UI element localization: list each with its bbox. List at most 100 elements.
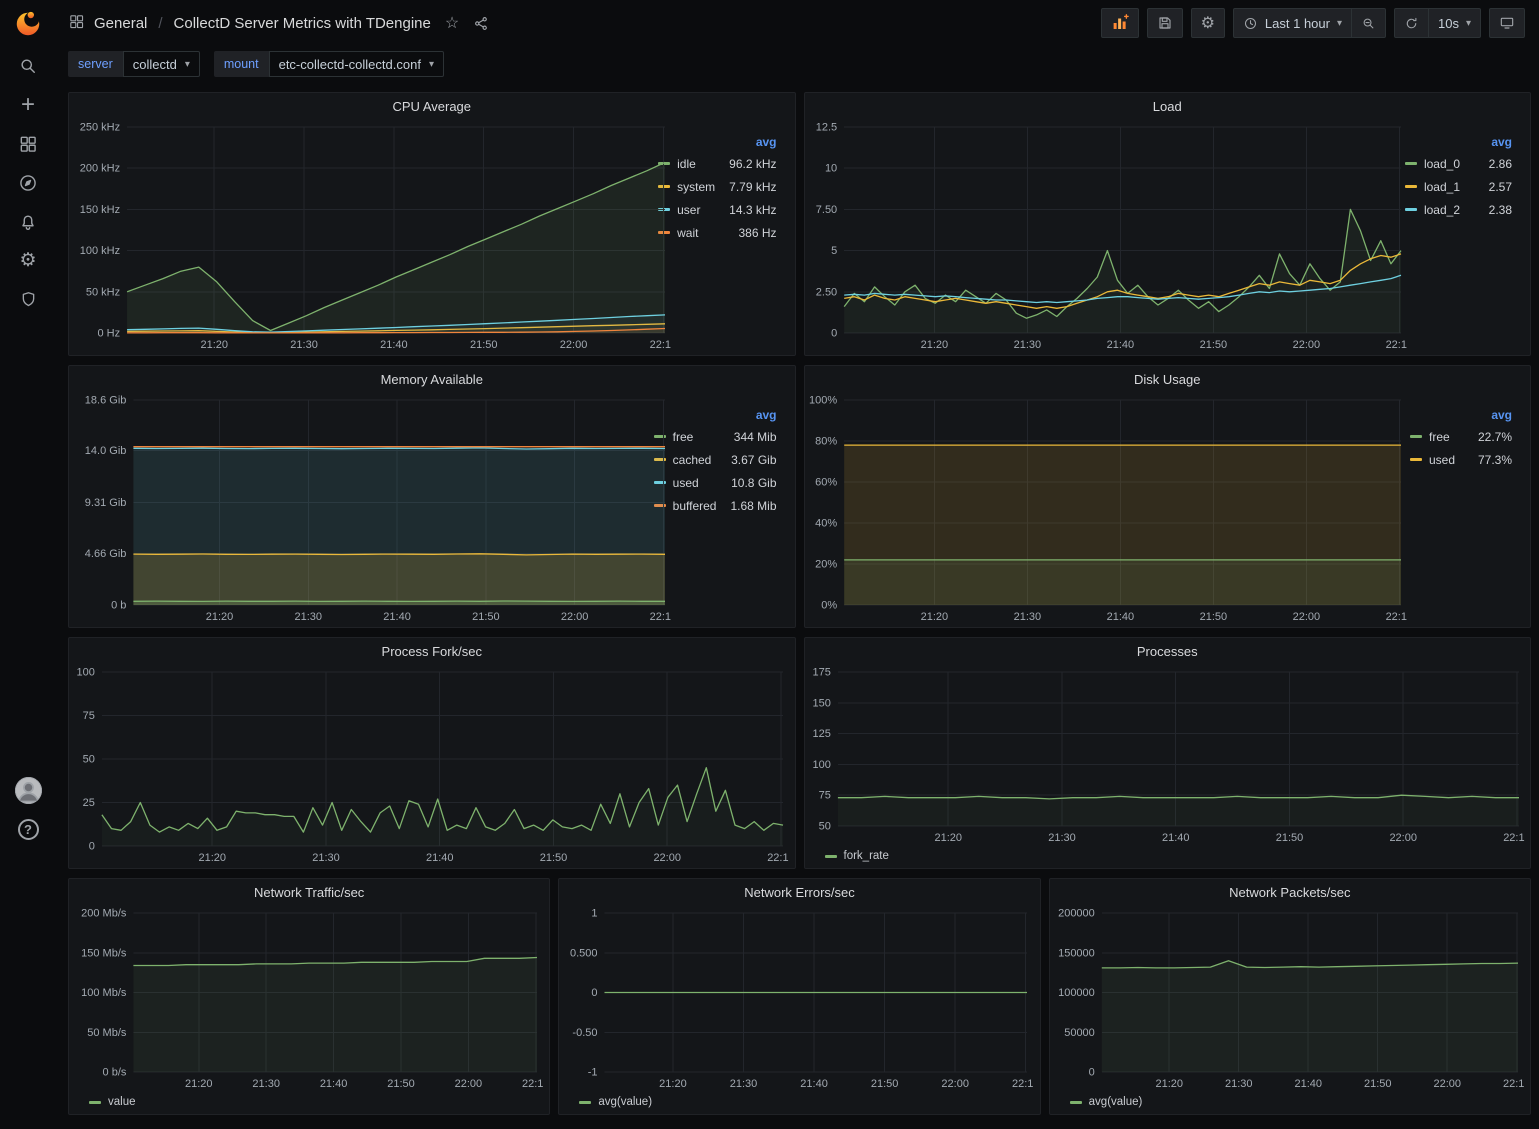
refresh-interval-button[interactable]: 10s ▾ [1429,8,1481,38]
refresh-button[interactable] [1394,8,1429,38]
svg-text:50 Mb/s: 50 Mb/s [87,1027,127,1039]
panel-title-load[interactable]: Load [805,93,1531,120]
legend-item[interactable]: load_22.38 [1405,198,1512,221]
cycle-view-mode-button[interactable] [1489,8,1525,38]
legend-item[interactable]: wait386 Hz [658,221,776,244]
shield-icon [19,290,38,309]
svg-text:14.0 Gib: 14.0 Gib [85,445,127,457]
avatar [15,777,42,804]
panel-title-network-errors[interactable]: Network Errors/sec [559,879,1039,906]
network-packets-chart[interactable]: 05000010000015000020000021:2021:3021:402… [1054,906,1524,1092]
compass-icon [18,173,38,193]
legend-item[interactable]: user14.3 kHz [658,198,776,221]
share-button[interactable] [473,15,490,32]
processes-chart[interactable]: 507510012515017521:2021:3021:4021:5022:0… [809,665,1525,846]
legend-item[interactable]: avg(value) [579,1096,652,1108]
svg-text:100000: 100000 [1058,987,1095,999]
legend-item[interactable]: buffered1.68 Mib [654,494,777,517]
memory-available-chart[interactable]: 0 b4.66 Gib9.31 Gib14.0 Gib18.6 Gib21:20… [73,393,650,625]
sidebar-item-explore[interactable] [0,163,56,202]
panel-title-process-fork[interactable]: Process Fork/sec [69,638,795,665]
sidebar-item-dashboards[interactable] [0,124,56,163]
svg-text:7.50: 7.50 [815,204,836,216]
legend-item[interactable]: used77.3% [1410,448,1512,471]
grafana-app: + ⚙ [0,0,1539,1129]
cpu-average-chart[interactable]: 0 Hz50 kHz100 kHz150 kHz200 kHz250 kHz21… [73,120,654,353]
legend-swatch [825,855,837,858]
time-range-button[interactable]: Last 1 hour ▾ [1233,8,1352,38]
save-dashboard-button[interactable] [1147,8,1183,38]
dashboard-title[interactable]: CollectD Server Metrics with TDengine [174,15,431,32]
load-chart[interactable]: 02.5057.501012.521:2021:3021:4021:5022:0… [809,120,1401,353]
svg-text:21:20: 21:20 [200,339,228,351]
variable-server-value[interactable]: collectd ▾ [123,51,200,77]
panel-memory-available: Memory Available 0 b4.66 Gib9.31 Gib14.0… [68,365,796,628]
process-fork-chart[interactable]: 025507510021:2021:3021:4021:5022:0022:10 [73,665,789,866]
svg-text:100 Mb/s: 100 Mb/s [81,987,127,999]
svg-text:150 Mb/s: 150 Mb/s [81,947,127,959]
svg-text:22:10: 22:10 [650,339,671,351]
legend-series-name: system [677,180,715,194]
star-button[interactable]: ☆ [445,13,459,33]
sidebar-item-server-admin[interactable] [0,280,56,319]
question-icon: ? [18,819,39,840]
legend-item[interactable]: value [89,1096,136,1108]
svg-text:21:50: 21:50 [1275,832,1303,844]
breadcrumb: General / CollectD Server Metrics with T… [68,13,431,34]
legend-item[interactable]: fork_rate [825,850,889,862]
svg-text:80%: 80% [815,436,837,448]
sidebar-item-configuration[interactable]: ⚙ [0,241,56,280]
panel-title-processes[interactable]: Processes [805,638,1531,665]
svg-text:4.66 Gib: 4.66 Gib [85,548,127,560]
dashboard-settings-button[interactable]: ⚙ [1191,8,1225,38]
sidebar-item-profile[interactable] [0,771,56,810]
sidebar-item-create[interactable]: + [0,85,56,124]
legend-item[interactable]: avg(value) [1070,1096,1143,1108]
legend-item[interactable]: system7.79 kHz [658,175,776,198]
legend-item[interactable]: idle96.2 kHz [658,152,776,175]
network-errors-chart[interactable]: -1-0.5000.500121:2021:3021:4021:5022:002… [563,906,1033,1092]
legend-swatch [1405,185,1417,188]
disk-usage-chart[interactable]: 0%20%40%60%80%100%21:2021:3021:4021:5022… [809,393,1407,625]
zoom-out-button[interactable] [1352,8,1386,38]
svg-text:150000: 150000 [1058,947,1095,959]
svg-text:20%: 20% [815,559,837,571]
search-icon [18,56,38,76]
panel-title-memory-available[interactable]: Memory Available [69,366,795,393]
panel-title-disk-usage[interactable]: Disk Usage [805,366,1531,393]
variable-mount-value[interactable]: etc-collectd-collectd.conf ▾ [269,51,444,77]
breadcrumb-folder[interactable]: General [94,15,147,32]
svg-text:0.500: 0.500 [570,947,598,959]
panel-title-network-traffic[interactable]: Network Traffic/sec [69,879,549,906]
add-panel-button[interactable] [1101,8,1139,38]
svg-text:22:00: 22:00 [942,1078,970,1090]
panel-title-cpu-average[interactable]: CPU Average [69,93,795,120]
svg-text:50: 50 [818,821,830,833]
chevron-down-icon: ▾ [185,59,190,70]
legend-item[interactable]: load_12.57 [1405,175,1512,198]
grafana-logo[interactable] [0,0,56,46]
legend-item[interactable]: free22.7% [1410,425,1512,448]
legend-item[interactable]: free344 Mib [654,425,777,448]
sidebar-item-search[interactable] [0,46,56,85]
sidebar-item-help[interactable]: ? [0,810,56,849]
sidebar-item-alerting[interactable] [0,202,56,241]
network-traffic-chart[interactable]: 0 b/s50 Mb/s100 Mb/s150 Mb/s200 Mb/s21:2… [73,906,543,1092]
legend-item[interactable]: cached3.67 Gib [654,448,777,471]
svg-text:40%: 40% [815,518,837,530]
svg-text:21:20: 21:20 [1155,1078,1183,1090]
panel-title-network-packets[interactable]: Network Packets/sec [1050,879,1530,906]
svg-text:-0.50: -0.50 [573,1027,598,1039]
svg-text:75: 75 [818,790,830,802]
svg-text:21:40: 21:40 [1294,1078,1322,1090]
variable-server-label: server [68,51,123,77]
legend-item[interactable]: load_02.86 [1405,152,1512,175]
legend-series-name: used [673,476,699,490]
legend-series-value: 96.2 kHz [715,157,776,171]
svg-text:21:30: 21:30 [1225,1078,1253,1090]
legend-item[interactable]: used10.8 Gib [654,471,777,494]
chevron-down-icon: ▾ [429,59,434,70]
svg-text:21:50: 21:50 [1199,611,1227,623]
svg-text:22:00: 22:00 [560,339,588,351]
legend-series-name: load_0 [1424,157,1460,171]
